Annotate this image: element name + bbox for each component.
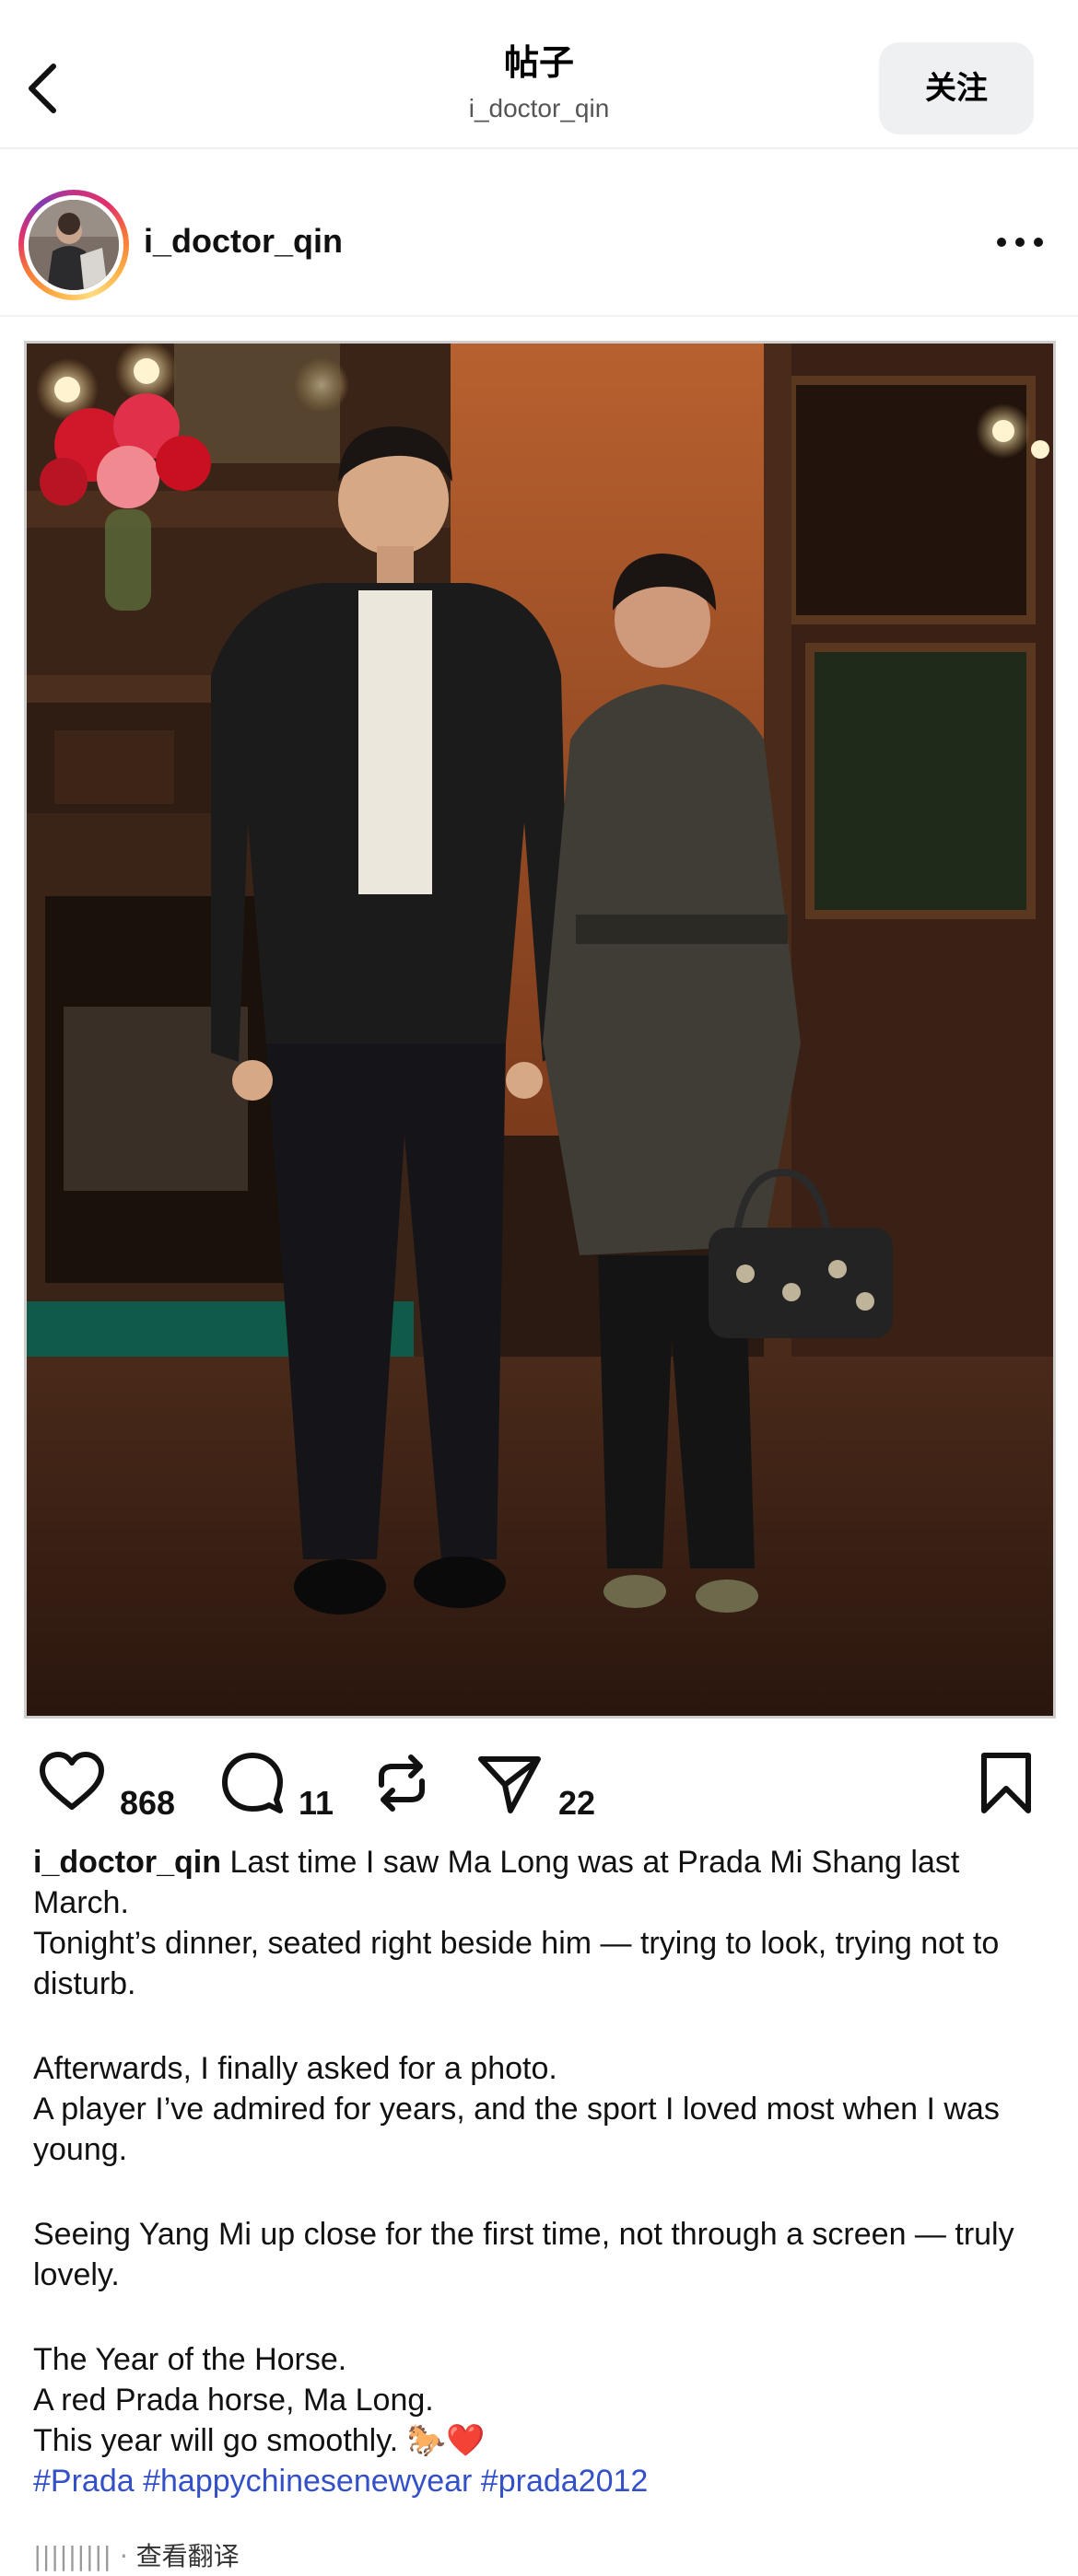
more-dot-icon: [1015, 238, 1025, 247]
caption-line: Afterwards, I finally asked for a photo.: [33, 2051, 557, 2086]
post-photo[interactable]: [24, 341, 1056, 1719]
post-header: i_doctor_qin: [0, 149, 1078, 317]
caption-line: A player I’ve admired for years, and the…: [33, 2092, 1000, 2167]
caption-line: This year will go smoothly. 🐎❤️: [33, 2423, 486, 2458]
bookmark-icon: [981, 1753, 1031, 1813]
caption-line: i_doctor_qin Last time I saw Ma Long was…: [33, 1842, 1056, 1923]
separator: ·: [119, 2541, 128, 2571]
repost-icon: [379, 1754, 425, 1812]
follow-button[interactable]: 关注: [879, 42, 1034, 134]
more-dot-icon: [997, 238, 1006, 247]
truncated-text: |||||||||: [33, 2541, 111, 2571]
caption-line: A red Prada horse, Ma Long.: [33, 2383, 434, 2418]
comment-button[interactable]: 11: [219, 1750, 348, 1822]
hashtag-link[interactable]: #prada2012: [481, 2464, 649, 2499]
hashtag-link[interactable]: #happychinesenewyear: [143, 2464, 472, 2499]
hashtag-list: #Prada #happychinesenewyear #prada2012: [33, 2461, 1056, 2501]
post-caption: i_doctor_qin Last time I saw Ma Long was…: [33, 1842, 1056, 2501]
comment-bubble-icon: [222, 1753, 283, 1813]
more-options-button[interactable]: [990, 219, 1050, 263]
post-username[interactable]: i_doctor_qin: [144, 221, 343, 262]
photo-illustration: [27, 344, 1053, 1716]
hashtag-link[interactable]: #Prada: [33, 2464, 135, 2499]
comment-count: 11: [299, 1784, 334, 1822]
caption-line: Seeing Yang Mi up close for the first ti…: [33, 2217, 1014, 2292]
post-action-bar: 868 11 22: [0, 1731, 1078, 1833]
save-button[interactable]: [977, 1750, 1036, 1814]
avatar-image: [29, 200, 119, 290]
heart-icon: [40, 1752, 104, 1810]
more-dot-icon: [1034, 238, 1043, 247]
translate-row: ||||||||| · 查看翻译: [33, 2540, 240, 2573]
caption-line: The Year of the Horse.: [33, 2342, 347, 2377]
send-icon: [478, 1756, 541, 1813]
repost-button[interactable]: [369, 1750, 442, 1814]
caption-username[interactable]: i_doctor_qin: [33, 1845, 221, 1880]
avatar[interactable]: [18, 190, 129, 300]
share-count: 22: [558, 1784, 596, 1822]
see-translation-link[interactable]: 查看翻译: [136, 2541, 240, 2571]
caption-line: Tonight’s dinner, seated right beside hi…: [33, 1926, 1000, 2001]
like-count: 868: [120, 1784, 176, 1822]
top-nav-bar: 帖子 i_doctor_qin 关注: [0, 0, 1078, 149]
share-button[interactable]: 22: [475, 1750, 623, 1822]
like-button[interactable]: 868: [37, 1750, 203, 1822]
